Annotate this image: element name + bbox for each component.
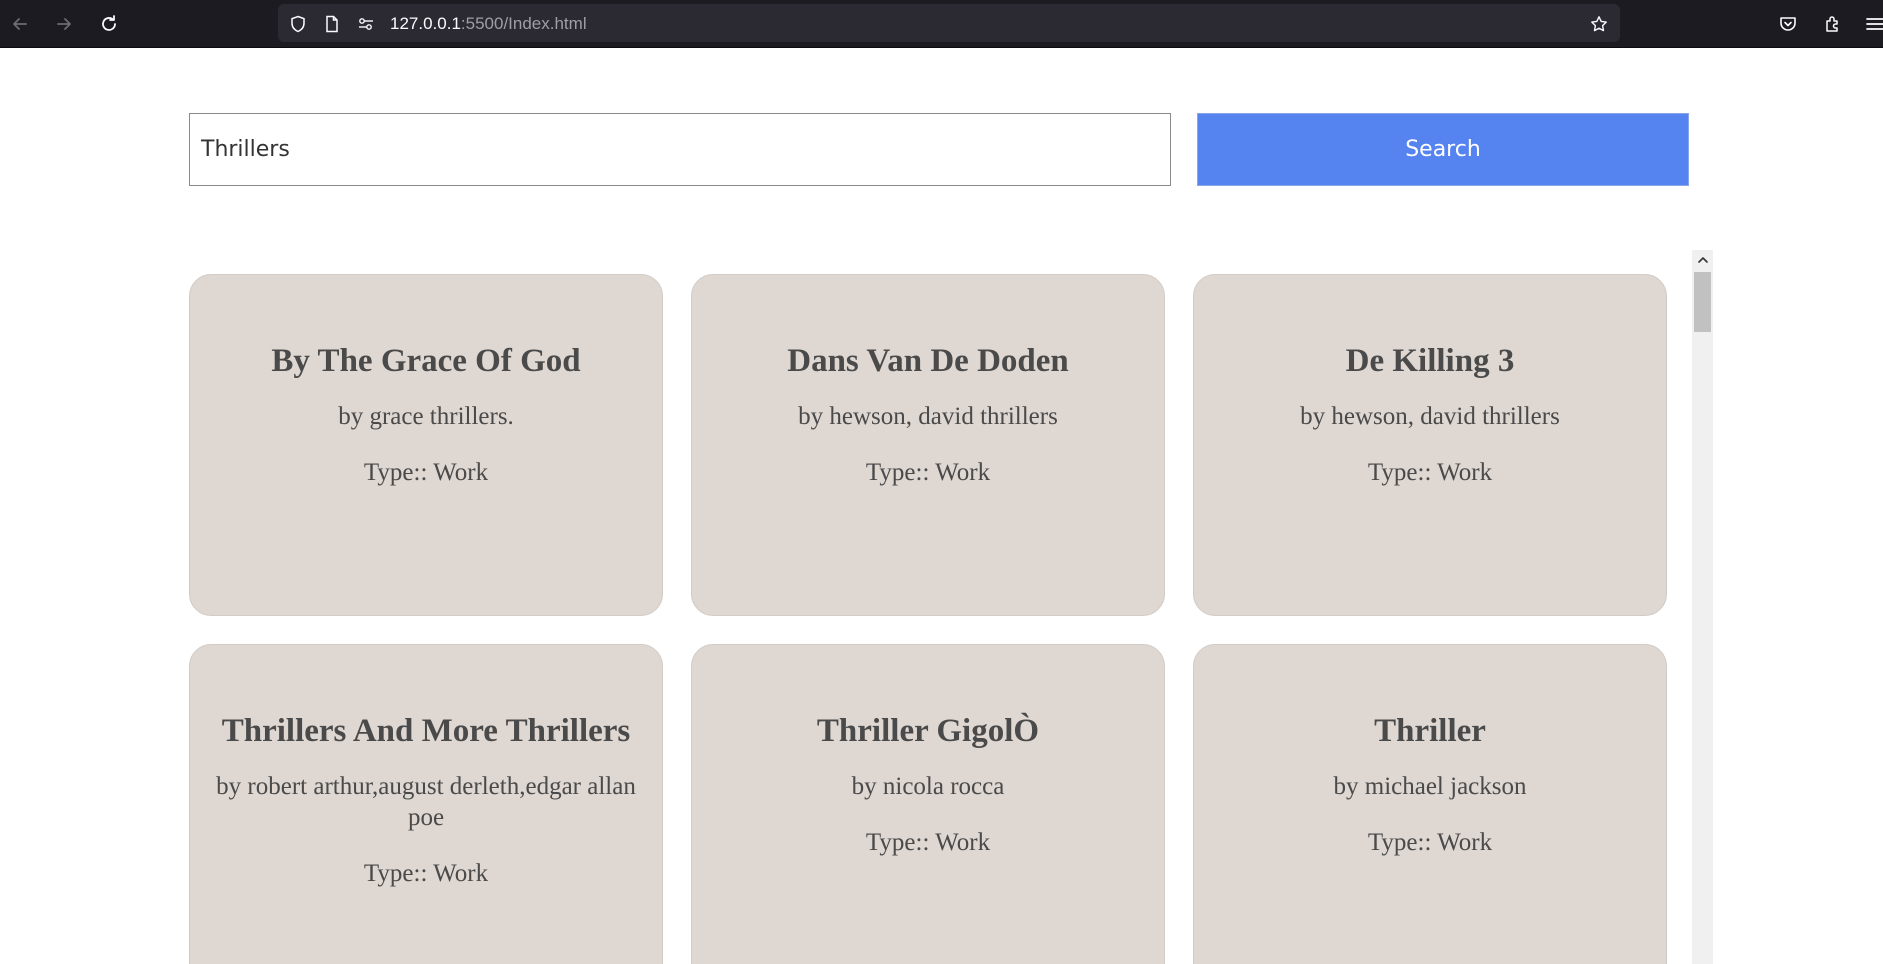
- card-type: Type:: Work: [865, 459, 991, 486]
- back-arrow-icon[interactable]: [8, 12, 32, 36]
- result-card[interactable]: By The Grace Of God by grace thrillers. …: [189, 274, 663, 616]
- url-text: 127.0.0.1:5500/Index.html: [390, 14, 587, 34]
- search-button[interactable]: Search: [1197, 113, 1689, 186]
- card-title: De Killing 3: [1345, 343, 1515, 379]
- results-scrollbar[interactable]: [1692, 250, 1713, 964]
- result-card[interactable]: Dans Van De Doden by hewson, david thril…: [691, 274, 1165, 616]
- card-title: Thrillers And More Thrillers: [221, 713, 631, 749]
- url-host: 127.0.0.1: [390, 14, 461, 33]
- card-type: Type:: Work: [363, 459, 489, 486]
- scroll-thumb[interactable]: [1694, 272, 1711, 332]
- scroll-up-icon[interactable]: [1692, 250, 1713, 270]
- page-icon[interactable]: [322, 14, 342, 34]
- shield-icon[interactable]: [288, 14, 308, 34]
- search-input[interactable]: [189, 113, 1171, 186]
- results-grid: By The Grace Of God by grace thrillers. …: [189, 274, 1667, 964]
- card-title: Thriller GigolÒ: [816, 713, 1040, 749]
- url-path: :5500/Index.html: [460, 14, 587, 33]
- browser-toolbar: 127.0.0.1:5500/Index.html: [0, 0, 1883, 48]
- card-author: by grace thrillers.: [338, 403, 514, 430]
- card-author: by robert arthur,august derleth,edgar al…: [216, 773, 636, 831]
- card-title: Dans Van De Doden: [787, 343, 1069, 379]
- bookmark-star-icon[interactable]: [1589, 14, 1609, 34]
- result-card[interactable]: Thriller by michael jackson Type:: Work: [1193, 644, 1667, 964]
- card-type: Type:: Work: [363, 860, 489, 887]
- permissions-icon[interactable]: [356, 14, 376, 34]
- forward-arrow-icon[interactable]: [52, 12, 76, 36]
- card-author: by nicola rocca: [851, 773, 1005, 800]
- pocket-icon[interactable]: [1776, 12, 1800, 36]
- card-title: By The Grace Of God: [271, 343, 581, 379]
- result-card[interactable]: Thrillers And More Thrillers by robert a…: [189, 644, 663, 964]
- card-author: by hewson, david thrillers: [798, 403, 1058, 430]
- result-card[interactable]: Thriller GigolÒ by nicola rocca Type:: W…: [691, 644, 1165, 964]
- card-author: by hewson, david thrillers: [1300, 403, 1560, 430]
- address-bar[interactable]: 127.0.0.1:5500/Index.html: [278, 4, 1620, 42]
- results-container[interactable]: By The Grace Of God by grace thrillers. …: [189, 250, 1713, 964]
- card-type: Type:: Work: [1367, 829, 1493, 856]
- card-author: by michael jackson: [1333, 773, 1527, 800]
- menu-icon[interactable]: [1863, 12, 1883, 36]
- extensions-icon[interactable]: [1821, 12, 1845, 36]
- card-type: Type:: Work: [1367, 459, 1493, 486]
- card-type: Type:: Work: [865, 829, 991, 856]
- result-card[interactable]: De Killing 3 by hewson, david thrillers …: [1193, 274, 1667, 616]
- card-title: Thriller: [1374, 713, 1486, 749]
- reload-icon[interactable]: [97, 12, 121, 36]
